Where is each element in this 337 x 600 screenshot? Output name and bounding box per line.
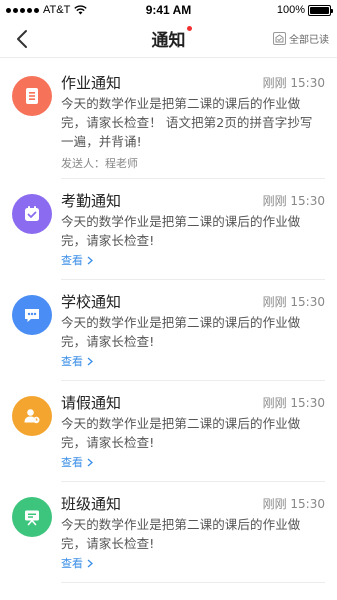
battery-percent: 100% <box>276 4 305 16</box>
mark-all-read-label: 全部已读 <box>289 35 329 46</box>
board-icon <box>12 497 52 537</box>
notification-body: 今天的数学作业是把第二课的课后的作业做完，请家长检查! <box>61 517 301 551</box>
chat-bubble-icon <box>12 295 52 335</box>
status-time: 9:41 AM <box>145 3 192 17</box>
chevron-left-icon <box>17 30 27 48</box>
wifi-icon <box>74 5 87 15</box>
unread-badge <box>186 26 192 31</box>
view-link[interactable]: 查看 <box>61 353 325 369</box>
document-icon <box>12 76 52 116</box>
calendar-check-icon <box>12 194 52 234</box>
notification-content: 考勤通知 刚刚 15:30 今天的数学作业是把第二课的课后的作业做完，请家长检查… <box>61 190 325 280</box>
view-link[interactable]: 查看 <box>61 555 325 571</box>
notification-content: 班级通知 刚刚 15:30 今天的数学作业是把第二课的课后的作业做完，请家长检查… <box>61 493 325 583</box>
notification-body: 今天的数学作业是把第二课的课后的作业做完，请家长检查! <box>61 214 301 248</box>
notification-list: 作业通知 刚刚 15:30 今天的数学作业是把第二课的课后的作业做完，请家长检查… <box>0 58 337 583</box>
notification-item-homework[interactable]: 作业通知 刚刚 15:30 今天的数学作业是把第二课的课后的作业做完，请家长检查… <box>0 61 337 179</box>
notification-title: 学校通知 <box>61 292 122 311</box>
notification-content: 学校通知 刚刚 15:30 今天的数学作业是把第二课的课后的作业做完，请家长检查… <box>61 291 325 381</box>
notification-time: 刚刚 15:30 <box>262 395 325 410</box>
page-title: 通知 <box>151 26 192 51</box>
chevron-right-icon <box>87 357 93 365</box>
status-left: AT&T <box>6 4 116 16</box>
view-link-label: 查看 <box>61 456 83 469</box>
notification-title: 考勤通知 <box>61 191 122 210</box>
person-clock-icon <box>12 396 52 436</box>
view-link-label: 查看 <box>61 355 83 368</box>
notification-title: 请假通知 <box>61 393 122 412</box>
notification-item-class[interactable]: 班级通知 刚刚 15:30 今天的数学作业是把第二课的课后的作业做完，请家长检查… <box>0 482 337 583</box>
notification-sender: 发送人：程老师 <box>61 157 138 170</box>
view-link-label: 查看 <box>61 254 83 267</box>
notification-time: 刚刚 15:30 <box>262 75 325 90</box>
view-link-label: 查看 <box>61 557 83 570</box>
status-right: 100% <box>221 4 333 16</box>
notification-time: 刚刚 15:30 <box>262 294 325 309</box>
notification-time: 刚刚 15:30 <box>262 496 325 511</box>
chevron-right-icon <box>87 458 93 466</box>
notification-time: 刚刚 15:30 <box>262 193 325 208</box>
notification-item-school[interactable]: 学校通知 刚刚 15:30 今天的数学作业是把第二课的课后的作业做完，请家长检查… <box>0 280 337 381</box>
view-link[interactable]: 查看 <box>61 454 325 470</box>
signal-icon <box>6 7 39 13</box>
page-title-text: 通知 <box>151 31 186 51</box>
back-button[interactable] <box>10 27 34 51</box>
carrier-label: AT&T <box>43 4 71 16</box>
notification-content: 请假通知 刚刚 15:30 今天的数学作业是把第二课的课后的作业做完，请家长检查… <box>61 392 325 482</box>
notification-item-attendance[interactable]: 考勤通知 刚刚 15:30 今天的数学作业是把第二课的课后的作业做完，请家长检查… <box>0 179 337 280</box>
notification-content: 作业通知 刚刚 15:30 今天的数学作业是把第二课的课后的作业做完，请家长检查… <box>61 72 325 179</box>
nav-bar: 通知 全部已读 <box>0 20 337 58</box>
notification-body: 今天的数学作业是把第二课的课后的作业做完，请家长检查! <box>61 315 301 349</box>
notification-title: 作业通知 <box>61 73 122 92</box>
notification-body: 今天的数学作业是把第二课的课后的作业做完，请家长检查！ 语文把第2页的拼音字抄写… <box>61 96 313 149</box>
chevron-right-icon <box>87 256 93 264</box>
mark-read-icon <box>273 32 286 45</box>
notification-item-leave[interactable]: 请假通知 刚刚 15:30 今天的数学作业是把第二课的课后的作业做完，请家长检查… <box>0 381 337 482</box>
view-link[interactable]: 查看 <box>61 252 325 268</box>
mark-all-read-button[interactable]: 全部已读 <box>273 31 329 46</box>
battery-icon <box>307 4 333 16</box>
notification-body: 今天的数学作业是把第二课的课后的作业做完，请家长检查! <box>61 416 301 450</box>
chevron-right-icon <box>87 559 93 567</box>
status-bar: AT&T 9:41 AM 100% <box>0 0 337 20</box>
notification-title: 班级通知 <box>61 494 122 513</box>
